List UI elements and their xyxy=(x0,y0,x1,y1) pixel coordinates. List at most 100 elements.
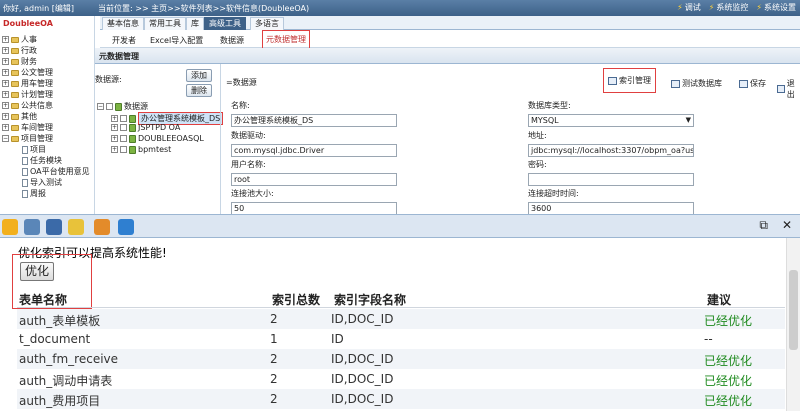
database-icon xyxy=(129,145,136,154)
dropdown-arrow-icon: ▼ xyxy=(685,116,691,124)
submenu-metadata[interactable]: 元数据管理 xyxy=(262,30,310,49)
folder-icon xyxy=(11,135,19,142)
tab-common-tools[interactable]: 常用工具 xyxy=(144,17,186,30)
sidebar-subitem-feedback[interactable]: OA平台使用意见 xyxy=(22,166,90,177)
exit-button[interactable]: 退出 xyxy=(777,78,800,100)
system-settings-button[interactable]: ⚡ 系统设置 xyxy=(756,2,796,13)
debug-button[interactable]: ⚡ 调试 xyxy=(677,2,701,13)
table-row[interactable]: t_document 1 ID -- xyxy=(17,329,785,349)
driver-field[interactable]: com.mysql.jdbc.Driver xyxy=(231,144,397,157)
panel-header: 元数据管理 xyxy=(95,48,800,64)
dbtype-label: 数据库类型: xyxy=(528,101,571,110)
popout-icon[interactable]: ⧉ xyxy=(759,218,768,233)
edit-icon[interactable] xyxy=(94,219,110,235)
tree-item-bpmtest[interactable]: + bpmtest xyxy=(111,145,171,154)
collapse-icon: − xyxy=(2,135,9,142)
folder-icon xyxy=(11,47,19,54)
submenu-datasource[interactable]: 数据源 xyxy=(220,35,244,46)
sub-menu: 开发者 Excel导入配置 数据源 元数据管理 xyxy=(100,30,800,49)
folder-icon xyxy=(11,36,19,43)
tree-checkbox[interactable] xyxy=(120,115,127,122)
document-icon xyxy=(22,189,28,198)
test-database-button[interactable]: 测试数据库 xyxy=(671,78,722,89)
document-icon xyxy=(22,145,28,154)
add-button[interactable]: 添加 xyxy=(186,69,212,82)
save-button[interactable]: 保存 xyxy=(739,78,766,89)
table-row[interactable]: auth_调动申请表 2 ID,DOC_ID 已经优化 xyxy=(17,369,785,389)
sidebar-item-plans[interactable]: + 计划管理 xyxy=(2,89,53,100)
name-label: 名称: xyxy=(231,101,250,110)
tree-checkbox[interactable] xyxy=(120,146,127,153)
delete-button[interactable]: 删除 xyxy=(186,84,212,97)
col-index-count: 索引总数 xyxy=(272,293,321,307)
folder-icon xyxy=(11,102,19,109)
expand-icon: + xyxy=(111,124,118,131)
sidebar-subitem-task-module[interactable]: 任务模块 xyxy=(22,155,62,166)
expand-icon: + xyxy=(2,58,9,65)
sidebar: DoubleeOA + 人事 + 行政 + 财务 + 公文管理 + 用车管理 + 计划管理 … xyxy=(0,16,95,214)
sidebar-item-finance[interactable]: + 财务 xyxy=(2,56,37,67)
monitor-icon[interactable] xyxy=(46,219,62,235)
expand-icon: + xyxy=(2,80,9,87)
chat-icon[interactable] xyxy=(68,219,84,235)
sidebar-subitem-weekly[interactable]: 周报 xyxy=(22,188,46,199)
sidebar-item-other[interactable]: + 其他 xyxy=(2,111,37,122)
tree-item-jsptpd[interactable]: + JSPTPD OA xyxy=(111,123,180,132)
tab-library[interactable]: 库 xyxy=(186,17,204,30)
app-brand: DoubleeOA xyxy=(3,19,53,28)
name-field[interactable]: 办公管理系统模板_DS xyxy=(231,114,397,127)
sidebar-item-public-info[interactable]: + 公共信息 xyxy=(2,100,53,111)
dialog-toolbar: ⧉ ✕ xyxy=(0,214,800,238)
scrollbar-thumb[interactable] xyxy=(789,270,798,350)
username-field[interactable]: root xyxy=(231,173,397,186)
sidebar-subitem-project[interactable]: 项目 xyxy=(22,144,46,155)
sidebar-item-hr[interactable]: + 人事 xyxy=(2,34,37,45)
main-menu: 基本信息 常用工具 库 高级工具 多语言 xyxy=(100,16,800,30)
tree-checkbox[interactable] xyxy=(106,103,113,110)
sidebar-subitem-import-test[interactable]: 导入测试 xyxy=(22,177,62,188)
sidebar-item-admin[interactable]: + 行政 xyxy=(2,45,37,56)
tree-checkbox[interactable] xyxy=(120,124,127,131)
tab-advanced-tools[interactable]: 高级工具 xyxy=(204,17,246,30)
tree-checkbox[interactable] xyxy=(120,135,127,142)
list-icon[interactable] xyxy=(24,219,40,235)
tree-root[interactable]: − 数据源 xyxy=(97,101,148,112)
system-monitor-button[interactable]: ⚡ 系统监控 xyxy=(709,2,749,13)
expand-icon: + xyxy=(111,135,118,142)
tree-item-doubleeoasql[interactable]: + DOUBLEEOASQL xyxy=(111,134,204,143)
save-icon xyxy=(739,79,748,88)
close-icon[interactable]: ✕ xyxy=(782,218,792,233)
star-icon[interactable] xyxy=(118,219,134,235)
sidebar-item-vehicles[interactable]: + 用车管理 xyxy=(2,78,53,89)
bolt-icon: ⚡ xyxy=(677,3,683,12)
tab-basic-info[interactable]: 基本信息 xyxy=(102,17,144,30)
index-management-button[interactable]: 索引管理 xyxy=(603,68,656,93)
folder-icon xyxy=(11,80,19,87)
panel-title: 元数据管理 xyxy=(99,52,139,61)
url-field[interactable]: jdbc:mysql://localhost:3307/obpm_oa?useU… xyxy=(528,144,694,157)
password-field[interactable] xyxy=(528,173,694,186)
sidebar-item-projects[interactable]: − 项目管理 xyxy=(2,133,53,144)
datasource-tree: − 数据源 + 办公管理系统模板_DS + JSPTPD OA + DOUBLEEOAS… xyxy=(95,98,224,214)
sidebar-item-documents[interactable]: + 公文管理 xyxy=(2,67,53,78)
table-row[interactable]: auth_fm_receive 2 ID,DOC_ID 已经优化 xyxy=(17,349,785,369)
table-row[interactable]: auth_费用项目 2 ID,DOC_ID 已经优化 xyxy=(17,389,785,409)
folder-icon xyxy=(11,58,19,65)
datasource-form: =数据源 索引管理 测试数据库 保存 退出 名称: 办公管理系统模板_DS 数据… xyxy=(220,64,800,215)
submenu-developer[interactable]: 开发者 xyxy=(112,35,136,46)
add-icon[interactable] xyxy=(2,219,18,235)
col-advice: 建议 xyxy=(707,293,732,307)
table-header: 表单名称 索引总数 索引字段名称 建议 xyxy=(17,288,785,308)
dbtype-select[interactable]: MYSQL ▼ xyxy=(528,114,694,127)
table-row[interactable]: auth_表单模板 2 ID,DOC_ID 已经优化 xyxy=(17,309,785,329)
database-icon xyxy=(129,123,136,132)
username-label: 用户名称: xyxy=(231,160,266,169)
expand-icon: + xyxy=(2,102,9,109)
tab-multilanguage[interactable]: 多语言 xyxy=(250,17,284,30)
sidebar-item-workshop[interactable]: + 车间管理 xyxy=(2,122,53,133)
col-form-name: 表单名称 xyxy=(19,293,68,307)
database-icon xyxy=(115,102,122,111)
submenu-excel-import[interactable]: Excel导入配置 xyxy=(150,35,203,46)
expand-icon: + xyxy=(2,69,9,76)
bolt-icon: ⚡ xyxy=(708,3,715,12)
